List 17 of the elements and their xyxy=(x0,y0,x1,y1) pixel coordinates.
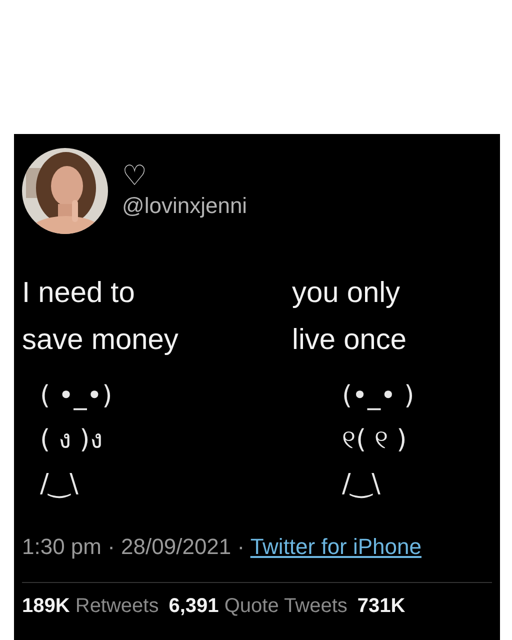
tweet-text: live once xyxy=(292,323,406,358)
emoticon-text: (•_• ) xyxy=(342,380,414,413)
tweet-text: I need to xyxy=(22,276,135,311)
tweet-text: save money xyxy=(22,323,178,358)
stat-text: 731K xyxy=(357,595,406,618)
heart-text: ♡ xyxy=(122,161,148,191)
emoticon-text: /‿\ xyxy=(40,468,80,501)
stat-text: 6,391 Quote Tweets xyxy=(168,595,348,618)
stat-text: 189K Retweets xyxy=(22,595,159,618)
tweet-text: you only xyxy=(292,276,400,311)
timestamp-text: 1:30 pm · 28/09/2021 · Twitter for iPhone xyxy=(22,534,422,560)
emoticon-text: ୧( ୧ ) xyxy=(342,424,408,457)
user-handle: @lovinxjenni xyxy=(122,192,248,220)
emoticon-text: /‿\ xyxy=(342,468,382,501)
source-link[interactable]: Twitter for iPhone xyxy=(250,534,422,559)
emoticon-text: ( •_•) xyxy=(40,380,112,413)
emoticon-text: ( ง )ง xyxy=(40,424,104,457)
